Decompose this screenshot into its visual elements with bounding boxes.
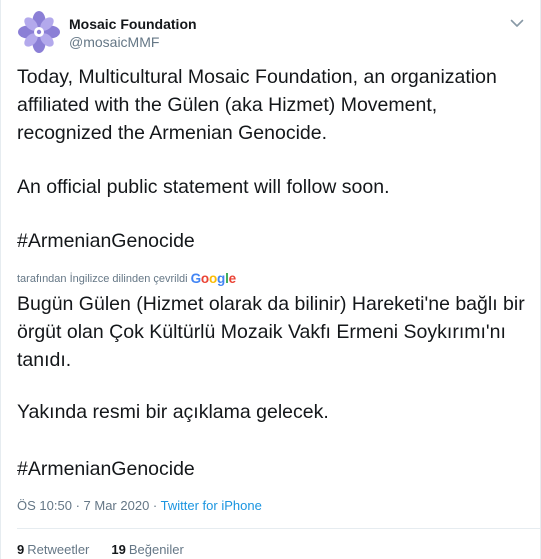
tweet-text-paragraph-1: Today, Multicultural Mosaic Foundation, … bbox=[17, 66, 497, 144]
tweet-date[interactable]: 7 Mar 2020 bbox=[84, 498, 150, 513]
flower-logo-icon bbox=[15, 8, 63, 56]
tweet-metadata: ÖS 10:50 · 7 Mar 2020 · Twitter for iPho… bbox=[17, 497, 262, 515]
retweets-label: Retweetler bbox=[27, 542, 90, 557]
tweet-card: Mosaic Foundation @mosaicMMF Today, Mult… bbox=[0, 0, 541, 559]
avatar[interactable] bbox=[15, 8, 63, 56]
divider bbox=[17, 528, 540, 529]
likes-label: Beğeniler bbox=[128, 542, 184, 557]
tweet-time[interactable]: ÖS 10:50 bbox=[17, 498, 72, 513]
tweet-header: Mosaic Foundation @mosaicMMF bbox=[15, 8, 197, 58]
translation-attribution: tarafından İngilizce dilinden çevrildi G… bbox=[17, 271, 236, 287]
retweets-count: 9 bbox=[17, 542, 25, 557]
google-logo[interactable]: Google bbox=[191, 271, 237, 287]
user-handle[interactable]: @mosaicMMF bbox=[69, 33, 197, 51]
tweet-source-link[interactable]: Twitter for iPhone bbox=[161, 498, 262, 513]
meta-separator: · bbox=[75, 498, 80, 513]
translation-label: tarafından İngilizce dilinden çevrildi bbox=[17, 273, 188, 285]
tweet-stats: 9 Retweetler 19 Beğeniler bbox=[17, 541, 206, 559]
likes-stat[interactable]: 19 Beğeniler bbox=[111, 541, 183, 559]
meta-separator-2: · bbox=[152, 498, 158, 513]
author-names: Mosaic Foundation @mosaicMMF bbox=[69, 15, 197, 51]
display-name[interactable]: Mosaic Foundation bbox=[69, 15, 197, 33]
translated-paragraph-1: Bugün Gülen (Hizmet olarak da bilinir) H… bbox=[17, 293, 525, 371]
hashtag-link[interactable]: #ArmenianGenocide bbox=[17, 227, 195, 255]
retweets-stat[interactable]: 9 Retweetler bbox=[17, 541, 89, 559]
tweet-text-paragraph-2: An official public statement will follow… bbox=[17, 176, 390, 198]
translated-hashtag-link[interactable]: #ArmenianGenocide bbox=[17, 455, 195, 483]
translated-paragraph-2: Yakında resmi bir açıklama gelecek. bbox=[17, 401, 329, 423]
likes-count: 19 bbox=[111, 542, 126, 557]
chevron-down-icon[interactable] bbox=[508, 14, 526, 32]
